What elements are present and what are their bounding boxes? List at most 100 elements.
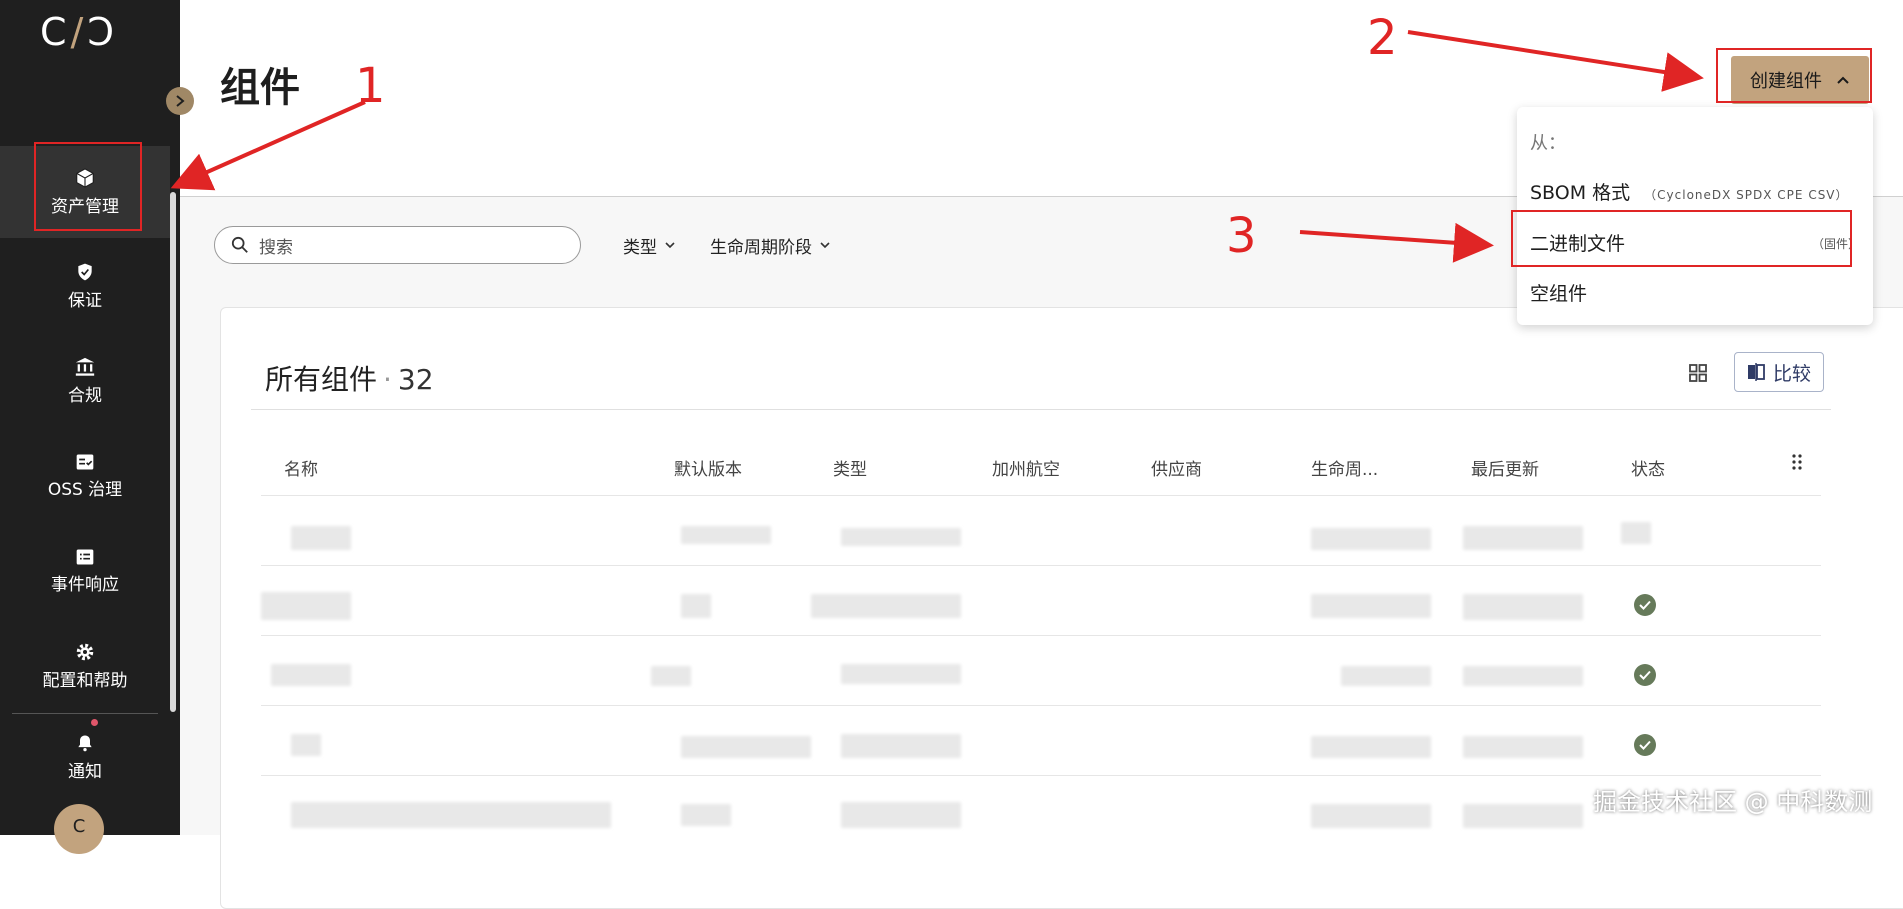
- sidebar-collapse-button[interactable]: [166, 87, 194, 115]
- redacted-cell: [1311, 594, 1431, 618]
- sidebar-item-compliance[interactable]: 合规: [0, 335, 170, 427]
- redacted-cell: [681, 736, 811, 758]
- redacted-cell: [1463, 666, 1583, 686]
- logo-text: C/Ↄ: [40, 10, 119, 54]
- redacted-cell: [1463, 736, 1583, 758]
- search-placeholder: 搜索: [259, 237, 293, 258]
- app-logo[interactable]: C/Ↄ: [40, 10, 140, 58]
- redacted-cell: [841, 802, 961, 828]
- column-header-name[interactable]: 名称: [284, 455, 318, 480]
- redacted-cell: [1311, 804, 1431, 828]
- redacted-cell: [1311, 736, 1431, 758]
- annotation-number-2: 2: [1367, 10, 1398, 66]
- column-header-type[interactable]: 类型: [833, 455, 867, 480]
- chevron-down-icon: [665, 242, 675, 249]
- column-header-lifecycle[interactable]: 生命周...: [1311, 455, 1378, 480]
- sidebar-item-label: 通知: [68, 762, 102, 782]
- redacted-cell: [811, 594, 961, 618]
- redacted-cell: [261, 592, 351, 620]
- redacted-cell: [841, 664, 961, 684]
- checklist-icon: [76, 454, 94, 470]
- compare-icon: [1747, 363, 1765, 381]
- grid-view-icon[interactable]: [1688, 363, 1708, 383]
- annotation-number-3: 3: [1226, 208, 1257, 264]
- list-icon: [76, 549, 94, 565]
- card-title-text: 所有组件: [265, 363, 378, 396]
- redacted-cell: [681, 526, 771, 544]
- sidebar-item-notifications[interactable]: 通知: [0, 712, 170, 802]
- compare-button[interactable]: 比较: [1734, 352, 1824, 392]
- sidebar: C/Ↄ 资产管理 保证 合规 OSS 治理 事件响应 配置和帮助 通知 C: [0, 0, 180, 854]
- menu-from-label: 从：: [1530, 133, 1566, 154]
- annotation-box-2: [1716, 48, 1872, 103]
- gear-icon: [76, 643, 94, 661]
- redacted-cell: [271, 664, 351, 686]
- filter-type-label: 类型: [623, 237, 657, 258]
- column-header-status[interactable]: 状态: [1631, 455, 1665, 480]
- redacted-cell: [681, 804, 731, 826]
- table-header-divider: [261, 495, 1821, 496]
- sidebar-item-label: OSS 治理: [47, 480, 123, 500]
- redacted-cell: [1621, 522, 1651, 544]
- sidebar-item-incident-response[interactable]: 事件响应: [0, 525, 170, 617]
- column-settings-icon[interactable]: [1791, 453, 1803, 471]
- redacted-cell: [291, 734, 321, 756]
- bell-icon: [78, 735, 92, 752]
- redacted-cell: [1341, 666, 1431, 686]
- annotation-box-3: [1511, 210, 1852, 267]
- sidebar-item-label: 合规: [68, 386, 102, 406]
- sidebar-item-label: 配置和帮助: [42, 671, 128, 691]
- redacted-cell: [1463, 594, 1583, 620]
- status-ok-icon: [1634, 664, 1656, 686]
- redacted-cell: [1311, 528, 1431, 550]
- filter-type-dropdown[interactable]: 类型: [623, 229, 675, 261]
- redacted-cell: [291, 802, 611, 828]
- chevron-right-icon: [176, 95, 185, 107]
- components-card: 所有组件 · 32 比较 名称 默认版本 类型 加州航空 供应商 生命周... 最后…: [220, 307, 1903, 909]
- status-ok-icon: [1634, 594, 1656, 616]
- redacted-cell: [291, 526, 351, 550]
- menu-item-hint: （CycloneDX SPDX CPE CSV）: [1644, 188, 1849, 202]
- row-divider: [261, 775, 1821, 776]
- menu-item-empty[interactable]: 空组件: [1530, 279, 1587, 306]
- sidebar-item-settings-help[interactable]: 配置和帮助: [0, 620, 170, 712]
- sidebar-scrollbar[interactable]: [170, 192, 176, 712]
- watermark: 掘金技术社区 @ 中科数测: [1593, 788, 1873, 816]
- title-separator: ·: [383, 363, 392, 396]
- filter-lifecycle-dropdown[interactable]: 生命周期阶段: [710, 229, 830, 261]
- search-icon: [231, 236, 248, 253]
- sidebar-item-oss-governance[interactable]: OSS 治理: [0, 430, 170, 522]
- column-header-supplier[interactable]: 供应商: [1151, 455, 1202, 480]
- search-input[interactable]: 搜索: [214, 226, 581, 264]
- row-divider: [261, 635, 1821, 636]
- column-header-version[interactable]: 默认版本: [674, 455, 742, 480]
- chevron-down-icon: [820, 242, 830, 249]
- redacted-cell: [651, 666, 691, 686]
- row-divider: [261, 565, 1821, 566]
- card-divider: [251, 409, 1831, 410]
- notification-badge: [91, 719, 98, 726]
- redacted-cell: [841, 734, 961, 758]
- card-title: 所有组件 · 32: [265, 358, 434, 398]
- compare-label: 比较: [1772, 362, 1811, 385]
- redacted-cell: [1463, 804, 1583, 828]
- column-header-calair[interactable]: 加州航空: [992, 455, 1060, 480]
- redacted-cell: [1463, 526, 1583, 550]
- page-title: 组件: [220, 65, 300, 111]
- redacted-cell: [841, 528, 961, 546]
- sidebar-item-label: 保证: [68, 291, 102, 311]
- filter-lifecycle-label: 生命周期阶段: [710, 237, 812, 258]
- annotation-box-1: [34, 142, 142, 231]
- menu-item-label: 空组件: [1530, 283, 1588, 305]
- redacted-cell: [681, 594, 711, 618]
- avatar[interactable]: C: [54, 804, 104, 854]
- avatar-initial: C: [72, 816, 86, 837]
- menu-item-sbom[interactable]: SBOM 格式 （CycloneDX SPDX CPE CSV）: [1530, 178, 1860, 205]
- component-count: 32: [397, 363, 434, 396]
- sidebar-item-assurance[interactable]: 保证: [0, 240, 170, 332]
- column-header-updated[interactable]: 最后更新: [1471, 455, 1539, 480]
- menu-item-label: SBOM 格式: [1530, 182, 1631, 204]
- row-divider: [261, 705, 1821, 706]
- annotation-number-1: 1: [355, 58, 386, 114]
- bank-icon: [75, 357, 95, 376]
